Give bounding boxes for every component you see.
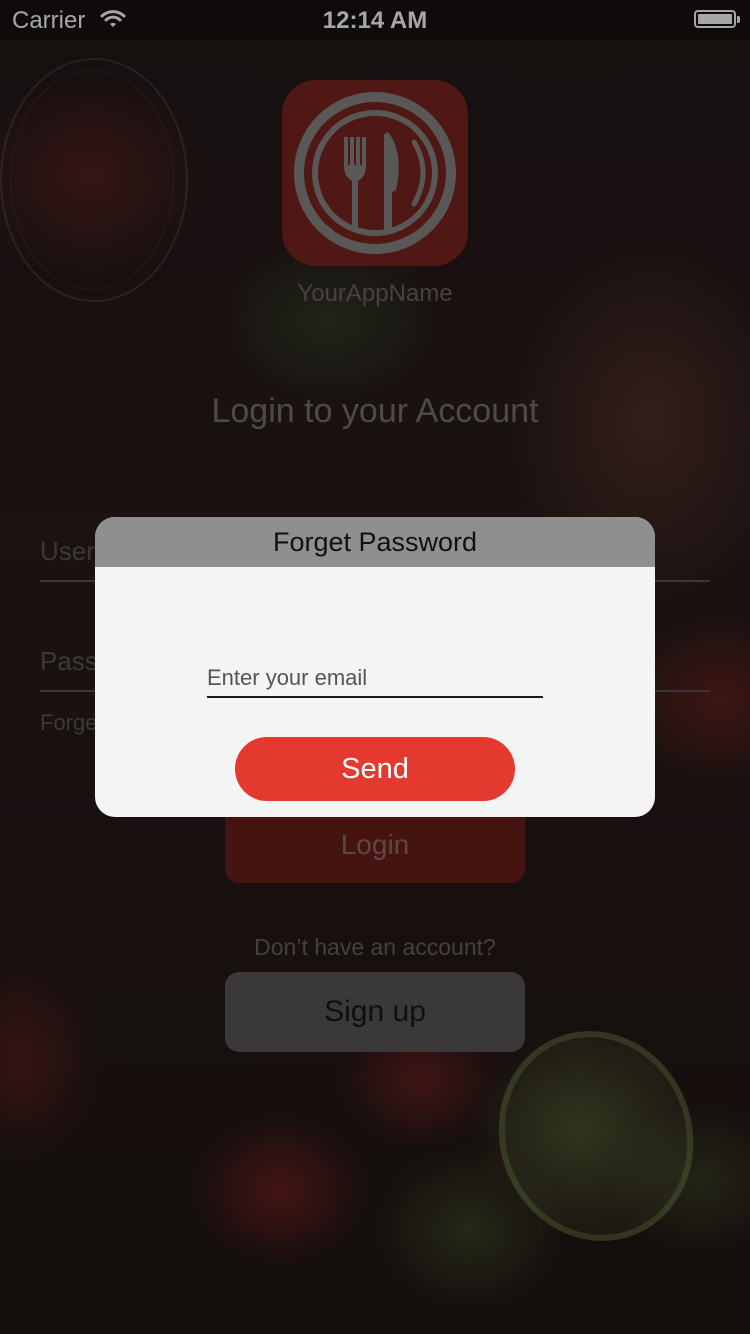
email-input[interactable] [207, 660, 543, 698]
send-button[interactable]: Send [235, 737, 515, 801]
dialog-title: Forget Password [95, 517, 655, 567]
login-screen: Carrier 12:14 AM YourAppName Login to yo… [0, 0, 750, 1334]
forget-password-dialog: Forget Password Send [95, 517, 655, 817]
